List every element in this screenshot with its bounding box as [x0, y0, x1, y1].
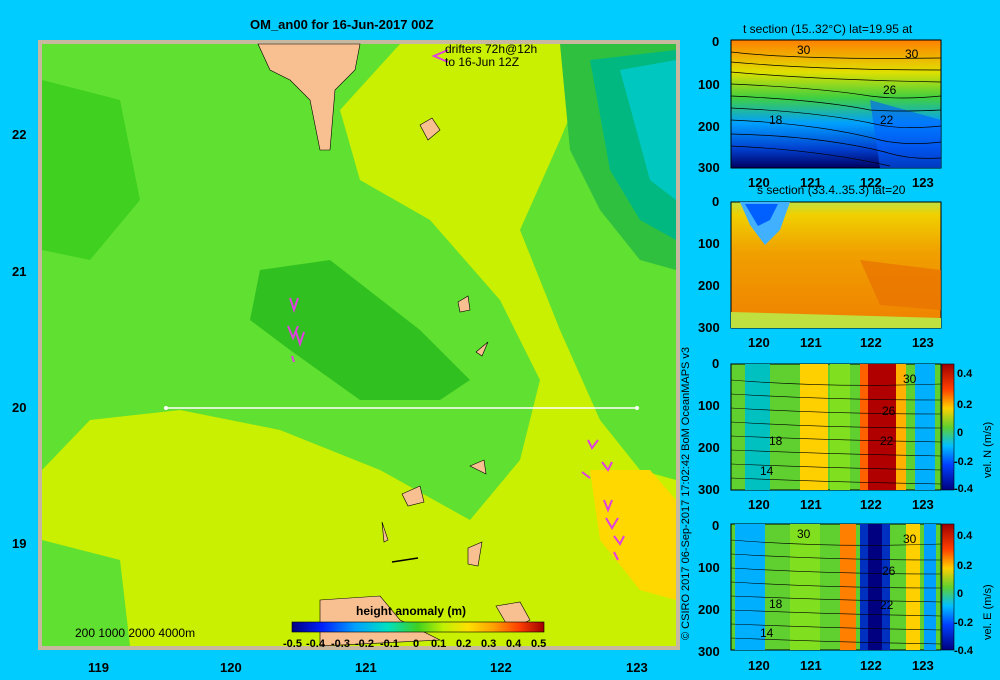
t-contour-label: 26	[883, 83, 897, 97]
n-contour-label: 26	[882, 404, 896, 418]
s-section-plot	[730, 201, 942, 329]
e-y-tick: 0	[712, 518, 720, 533]
t-x-tick: 120	[748, 175, 770, 190]
n-x-tick: 120	[748, 497, 770, 512]
n-contour-label: 18	[769, 434, 783, 448]
n-x-tick: 123	[912, 497, 934, 512]
n-contour-label: 14	[760, 464, 774, 478]
e-contour-label: 30	[903, 532, 917, 546]
e-cb-tick: 0.2	[957, 560, 973, 572]
e-cb-tick: -0.2	[954, 617, 973, 629]
t-contour-label: 22	[880, 113, 894, 127]
n-cb-tick: -0.2	[954, 456, 973, 468]
n-contour-label: 30	[903, 372, 917, 386]
n-contour-label: 22	[880, 434, 894, 448]
s-y-tick: 100	[698, 236, 720, 251]
n-y-tick: 300	[698, 482, 720, 497]
n-cb-tick: 0.4	[957, 368, 973, 380]
t-contour-label: 18	[769, 113, 783, 127]
t-x-tick: 123	[912, 175, 934, 190]
t-section-title: t section (15..32°C) lat=19.95 at	[743, 22, 913, 36]
t-contour-label: 30	[905, 47, 919, 61]
s-x-tick: 122	[860, 335, 882, 350]
e-y-tick: 300	[698, 644, 720, 659]
e-contour-label: 22	[880, 598, 894, 612]
s-y-tick: 200	[698, 278, 720, 293]
e-x-tick: 122	[860, 658, 882, 673]
n-x-tick: 122	[860, 497, 882, 512]
n-y-tick: 100	[698, 398, 720, 413]
t-y-tick: 100	[698, 77, 720, 92]
n-cb-tick: 0.2	[957, 399, 973, 411]
s-x-tick: 120	[748, 335, 770, 350]
veln-colorbar-label: vel. N (m/s)	[982, 421, 994, 478]
t-y-tick: 0	[712, 34, 720, 49]
n-y-tick: 200	[698, 440, 720, 455]
n-cb-tick: 0	[957, 427, 964, 439]
e-contour-label: 30	[797, 527, 811, 541]
s-x-tick: 121	[800, 335, 822, 350]
n-y-tick: 0	[712, 356, 720, 371]
e-contour-label: 18	[769, 597, 783, 611]
e-contour-label: 26	[882, 564, 896, 578]
t-y-tick: 200	[698, 119, 720, 134]
e-y-tick: 200	[698, 602, 720, 617]
t-contour-label: 30	[797, 43, 811, 57]
t-x-tick: 122	[860, 175, 882, 190]
e-cb-tick: 0.4	[957, 530, 973, 542]
s-y-tick: 300	[698, 320, 720, 335]
e-x-tick: 123	[912, 658, 934, 673]
t-x-tick: 121	[800, 175, 822, 190]
s-section-title: s section (33.4..35.3) lat=20	[757, 183, 906, 197]
e-x-tick: 121	[800, 658, 822, 673]
n-cb-tick: -0.4	[954, 483, 973, 495]
e-x-tick: 120	[748, 658, 770, 673]
s-x-tick: 123	[912, 335, 934, 350]
s-y-tick: 0	[712, 194, 720, 209]
e-y-tick: 100	[698, 560, 720, 575]
e-contour-label: 14	[760, 626, 774, 640]
n-x-tick: 121	[800, 497, 822, 512]
e-cb-tick: -0.4	[954, 645, 973, 657]
t-y-tick: 300	[698, 160, 720, 175]
vele-colorbar-label: vel. E (m/s)	[982, 584, 994, 640]
section-panels	[730, 39, 955, 651]
e-cb-tick: 0	[957, 588, 964, 600]
